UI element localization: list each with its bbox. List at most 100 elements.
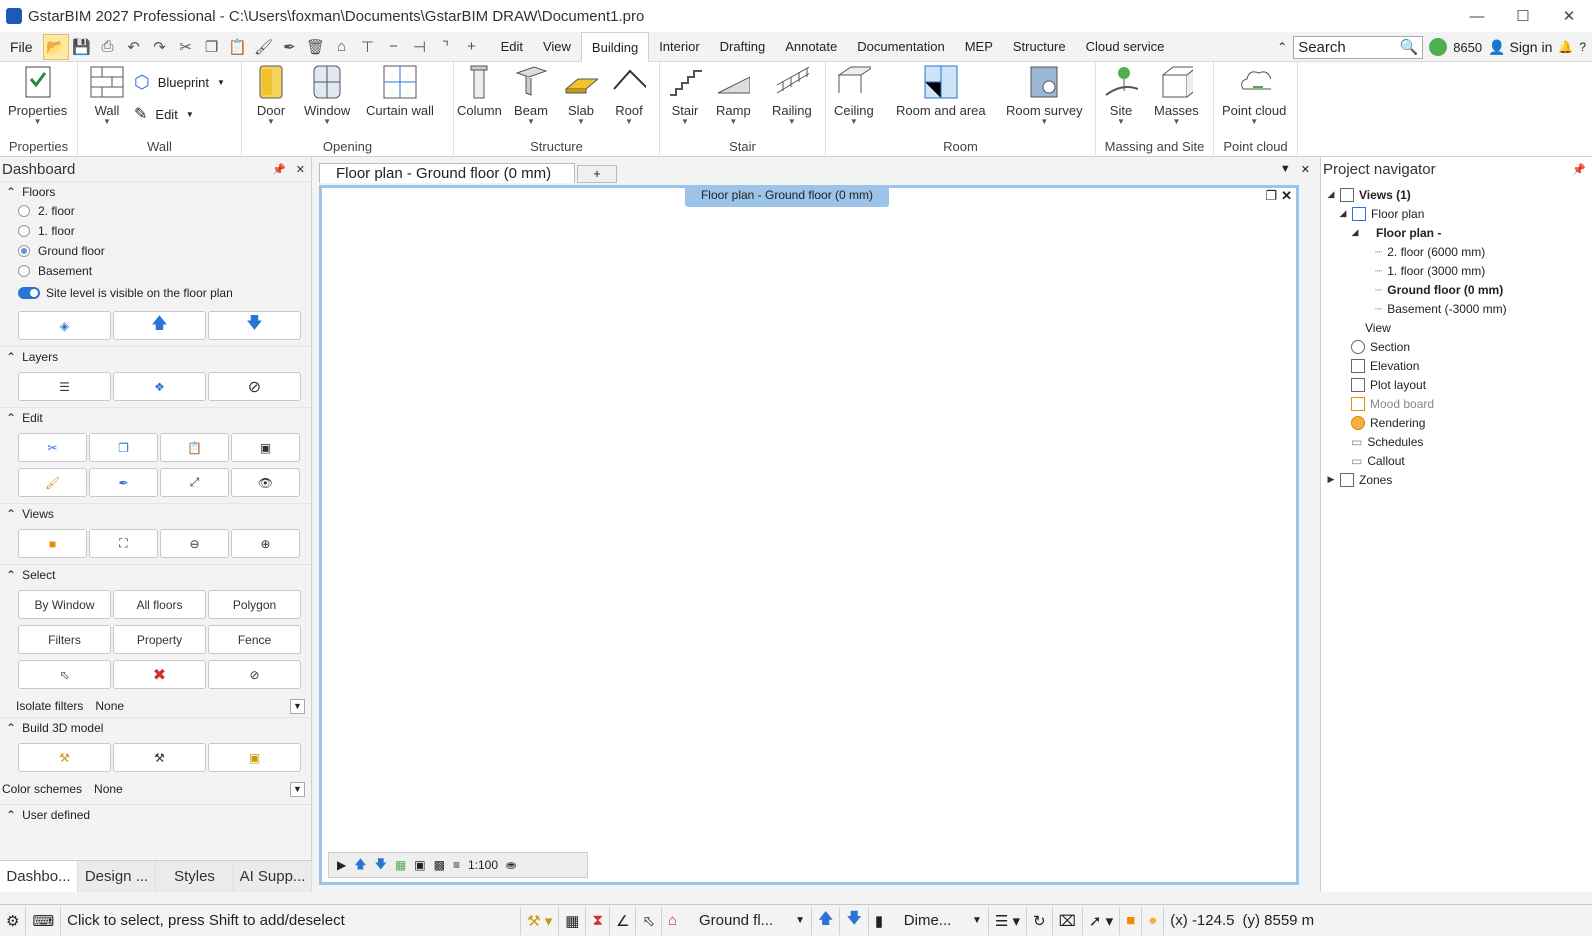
tree-zones[interactable]: ▶ Zones	[1327, 470, 1592, 489]
chevron-down-icon[interactable]: ▼	[290, 781, 305, 797]
redo-icon[interactable]: ↷	[147, 34, 173, 60]
zoom-extents-button[interactable]: ⛶	[89, 529, 158, 558]
tree-schedules[interactable]: ▭ Schedules	[1327, 432, 1592, 451]
trim-icon[interactable]: −	[381, 34, 407, 60]
user-defined-section-header[interactable]: ⌃ User defined	[0, 804, 311, 824]
tree-floor-plan[interactable]: ◢ Floor plan	[1327, 204, 1592, 223]
tree-section[interactable]: Section	[1327, 337, 1592, 356]
delete-icon[interactable]: 🗑	[303, 34, 329, 60]
floor-up-button[interactable]: 🡅	[113, 311, 206, 340]
tab-ai-support[interactable]: AI Supp...	[234, 861, 312, 892]
eyedropper-icon[interactable]: ✒	[277, 34, 303, 60]
tab-mep[interactable]: MEP	[955, 32, 1003, 62]
settings-gear-icon[interactable]: ⚙	[0, 906, 27, 935]
tree-elevation[interactable]: Elevation	[1327, 356, 1592, 375]
collapse-ribbon-icon[interactable]: ⌃	[1277, 40, 1287, 54]
floors-section-header[interactable]: ⌃ Floors	[0, 181, 311, 201]
tree-floor-ground[interactable]: ┈ Ground floor (0 mm)	[1327, 280, 1592, 299]
open-folder-icon[interactable]: 📂	[42, 33, 69, 60]
layer-hide-button[interactable]: ⊘	[208, 372, 301, 401]
properties-button[interactable]: Properties ▼	[8, 65, 67, 126]
deselect-button[interactable]: ✖	[113, 660, 206, 689]
scale-value[interactable]: 1:100	[468, 858, 498, 872]
new-tab-button[interactable]: +	[577, 165, 617, 183]
cut-button[interactable]: ✂	[18, 433, 87, 462]
layer-settings-button[interactable]: ❖	[113, 372, 206, 401]
undo-icon[interactable]: ↶	[121, 34, 147, 60]
help-button[interactable]: ?	[1579, 40, 1586, 54]
grid-icon[interactable]: ▦	[559, 906, 587, 935]
brush-icon[interactable]: 🖌	[251, 34, 277, 60]
save-icon[interactable]: 💾	[69, 34, 95, 60]
tree-views-root[interactable]: ◢ Views (1)	[1327, 185, 1592, 204]
wall-button[interactable]: Wall ▼	[90, 65, 124, 126]
tab-interior[interactable]: Interior	[649, 32, 709, 62]
build-tools-button[interactable]: ⚒	[113, 743, 206, 772]
measure-icon[interactable]: ⌂	[329, 34, 355, 60]
paint-button[interactable]: 🖌	[18, 468, 87, 497]
search-input[interactable]: Search 🔍	[1293, 35, 1424, 59]
ruler-icon[interactable]: ≡	[453, 858, 460, 872]
floor-up-status-button[interactable]: 🡅	[812, 906, 841, 935]
edit-section-header[interactable]: ⌃ Edit	[0, 407, 311, 427]
views-section-header[interactable]: ⌃ Views	[0, 503, 311, 523]
select-all-floors-button[interactable]: All floors	[113, 590, 206, 619]
notification-bell-icon[interactable]: 🔔	[1558, 40, 1573, 54]
tree-plot-layout[interactable]: Plot layout	[1327, 375, 1592, 394]
render-status-icon[interactable]: ●	[1142, 906, 1165, 935]
close-view-icon[interactable]: ✕	[1301, 163, 1310, 176]
angle-icon[interactable]: ∠	[610, 906, 637, 935]
tab-list-icon[interactable]: ▼	[1280, 163, 1291, 176]
window-button[interactable]: Window ▼	[304, 65, 350, 126]
floor-option-1[interactable]: 1. floor	[0, 221, 311, 241]
floor-select[interactable]: ⌂ Ground fl... ▼	[662, 906, 813, 935]
print-icon[interactable]: ⎙	[95, 34, 121, 60]
reference-icon[interactable]: ⌧	[1053, 906, 1083, 935]
floor-down-status-button[interactable]: 🡇	[840, 906, 869, 935]
arrow-down-icon[interactable]: 🡇	[375, 855, 387, 876]
snap-line-icon[interactable]: ➚ ▾	[1083, 906, 1121, 935]
floor-option-2[interactable]: 2. floor	[0, 201, 311, 221]
site-button[interactable]: Site ▼	[1104, 65, 1138, 126]
keyboard-icon[interactable]: ⌨	[26, 906, 62, 935]
file-menu[interactable]: File	[0, 32, 43, 62]
layers-status-icon[interactable]: ☰ ▾	[989, 906, 1028, 935]
floor-option-ground[interactable]: Ground floor	[0, 241, 311, 261]
tree-view[interactable]: View	[1327, 318, 1592, 337]
tab-dashboard[interactable]: Dashbo...	[0, 861, 78, 892]
checker-icon[interactable]: ▩	[434, 858, 445, 872]
tree-callout[interactable]: ▭ Callout	[1327, 451, 1592, 470]
door-button[interactable]: Door ▼	[254, 65, 288, 126]
drawing-canvas[interactable]: Floor plan - Ground floor (0 mm) ❐ ✕ ▶ 🡅…	[319, 185, 1299, 885]
restore-icon[interactable]: ❐	[1265, 188, 1277, 204]
isolate-filters-row[interactable]: Isolate filters None ▼	[0, 695, 311, 717]
magnet-icon[interactable]: ⧗	[586, 906, 610, 935]
tab-view[interactable]: View	[533, 32, 581, 62]
sign-in-button[interactable]: 👤 Sign in	[1488, 39, 1552, 56]
ramp-button[interactable]: Ramp ▼	[716, 65, 751, 126]
cut-icon[interactable]: ✂	[173, 34, 199, 60]
tab-cloud-service[interactable]: Cloud service	[1076, 32, 1175, 62]
build-export-button[interactable]: ▣	[208, 743, 301, 772]
tab-styles[interactable]: Styles	[156, 861, 234, 892]
curtain-wall-button[interactable]: Curtain wall	[366, 65, 434, 118]
roof-button[interactable]: Roof ▼	[612, 65, 646, 126]
pick-button[interactable]: ✒	[89, 468, 158, 497]
tree-rendering[interactable]: Rendering	[1327, 413, 1592, 432]
tab-drafting[interactable]: Drafting	[710, 32, 776, 62]
minimize-button[interactable]: —	[1454, 0, 1500, 32]
select-filters-button[interactable]: Filters	[18, 625, 111, 654]
arrange-button[interactable]: ▣	[231, 433, 300, 462]
floor-option-basement[interactable]: Basement	[0, 261, 311, 281]
select-property-button[interactable]: Property	[113, 625, 206, 654]
add-point-icon[interactable]: +	[459, 34, 485, 60]
select-fence-button[interactable]: Fence	[208, 625, 301, 654]
copy-icon[interactable]: ❐	[199, 34, 225, 60]
tree-mood-board[interactable]: Mood board	[1327, 394, 1592, 413]
select-polygon-button[interactable]: Polygon	[208, 590, 301, 619]
layer-disk-icon[interactable]: ⛂	[506, 858, 516, 872]
corner-icon[interactable]: ⌝	[433, 34, 459, 60]
pin-icon[interactable]: 📌	[1572, 163, 1586, 176]
wall-edit-button[interactable]: ✎ Edit ▼	[134, 104, 194, 124]
select-by-window-button[interactable]: By Window	[18, 590, 111, 619]
